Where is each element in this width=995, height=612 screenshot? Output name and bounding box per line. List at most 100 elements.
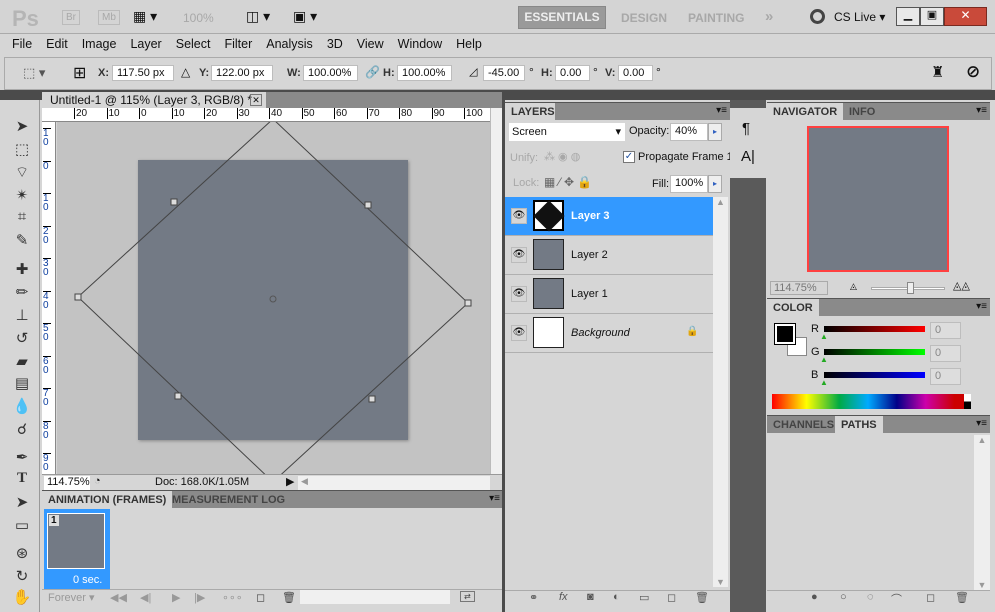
vertical-scrollbar[interactable] xyxy=(490,108,502,474)
close-document-icon[interactable]: ✕ xyxy=(250,94,262,106)
x-field[interactable]: 117.50 px xyxy=(112,65,174,81)
pen-tool-icon[interactable]: ✒ xyxy=(10,448,34,470)
delete-frame-icon[interactable]: 🗑 xyxy=(282,591,296,604)
3d-rotate-tool-icon[interactable]: ⊛ xyxy=(10,544,34,566)
r-slider[interactable] xyxy=(824,326,925,332)
healing-brush-tool-icon[interactable]: ✚ xyxy=(10,260,34,282)
menu-help[interactable]: Help xyxy=(456,37,482,51)
paragraph-icon[interactable]: ¶ xyxy=(742,120,750,137)
g-slider[interactable] xyxy=(824,349,925,355)
workspace-essentials[interactable]: ESSENTIALS xyxy=(518,6,606,29)
menu-layer[interactable]: Layer xyxy=(130,37,161,51)
magic-wand-tool-icon[interactable]: ✴ xyxy=(10,186,34,208)
g-slider-thumb[interactable]: ▲ xyxy=(820,355,828,364)
stroke-path-icon[interactable]: ○ xyxy=(840,591,847,603)
horizontal-scrollbar[interactable]: ◀ xyxy=(298,476,490,490)
navigator-preview[interactable] xyxy=(807,126,949,272)
reference-point-icon[interactable]: ⊞ xyxy=(73,63,86,83)
menu-edit[interactable]: Edit xyxy=(46,37,68,51)
tab-info[interactable]: INFO xyxy=(843,103,881,121)
new-layer-icon[interactable]: ◻ xyxy=(667,591,676,604)
tween-icon[interactable]: ∘∘∘ xyxy=(222,591,243,604)
document-tab[interactable]: Untitled-1 @ 115% (Layer 3, RGB/8) * ✕ xyxy=(42,92,266,108)
workspace-design[interactable]: DESIGN xyxy=(621,11,667,25)
crop-tool-icon[interactable]: ⌗ xyxy=(10,208,34,230)
v-skew-field[interactable]: 0.00 xyxy=(618,65,653,81)
adjustment-layer-icon[interactable]: ◐ xyxy=(613,591,620,603)
eraser-tool-icon[interactable]: ▰ xyxy=(10,352,34,374)
maximize-button[interactable]: ▣ xyxy=(920,7,944,26)
menu-window[interactable]: Window xyxy=(398,37,442,51)
next-frame-icon[interactable]: |▶ xyxy=(194,591,205,604)
minibridge-button[interactable]: Mb xyxy=(98,10,120,25)
delete-path-icon[interactable]: 🗑 xyxy=(955,591,969,604)
panel-menu-icon[interactable]: ▾≡ xyxy=(716,105,727,116)
navigator-zoom-slider[interactable] xyxy=(871,282,945,294)
link-layers-icon[interactable]: ⚭ xyxy=(529,591,538,604)
new-group-icon[interactable]: ▭ xyxy=(639,591,649,604)
spectrum-black-white[interactable] xyxy=(964,394,971,409)
panel-menu-icon[interactable]: ▾≡ xyxy=(489,493,500,504)
slider-thumb[interactable] xyxy=(907,282,914,294)
convert-timeline-icon[interactable]: ⇄ xyxy=(460,591,475,602)
fill-path-icon[interactable]: ● xyxy=(811,591,818,603)
move-tool-icon[interactable]: ➤ xyxy=(10,117,34,139)
menu-3d[interactable]: 3D xyxy=(327,37,343,51)
make-work-path-icon[interactable]: ⌒ xyxy=(891,591,902,607)
fill-slider-button[interactable]: ▸ xyxy=(708,175,722,193)
layers-scrollbar[interactable]: ▲ ▼ xyxy=(713,197,728,587)
layer-row-layer-2[interactable]: 👁 Layer 2 xyxy=(505,236,713,275)
tab-channels[interactable]: CHANNELS xyxy=(767,416,840,434)
gradient-tool-icon[interactable]: ▤ xyxy=(10,374,34,396)
layer-style-icon[interactable]: fx xyxy=(559,591,568,603)
add-mask-icon[interactable]: ◙ xyxy=(587,591,594,603)
eye-icon[interactable]: 👁 xyxy=(511,208,527,224)
warp-mode-icon[interactable]: ♜ xyxy=(931,63,944,81)
width-field[interactable]: 100.00% xyxy=(303,65,358,81)
zoom-field[interactable]: 114.75% xyxy=(44,476,90,490)
layer-row-layer-1[interactable]: 👁 Layer 1 xyxy=(505,275,713,314)
angle-field[interactable]: -45.00 xyxy=(483,65,525,81)
height-field[interactable]: 100.00% xyxy=(397,65,452,81)
load-selection-icon[interactable]: ◌ xyxy=(867,591,874,603)
link-icon[interactable]: 🔗 xyxy=(365,65,380,79)
relative-position-icon[interactable]: △ xyxy=(181,65,190,79)
navigator-zoom-field[interactable]: 114.75% xyxy=(770,281,828,295)
screen-mode-icon[interactable]: ▦ ▾ xyxy=(133,8,157,25)
opacity-slider-button[interactable]: ▸ xyxy=(708,123,722,141)
lock-icons[interactable]: ▦ ⁄ ✥ 🔒 xyxy=(544,175,592,189)
history-brush-tool-icon[interactable]: ↺ xyxy=(10,329,34,351)
h-skew-field[interactable]: 0.00 xyxy=(555,65,590,81)
menu-image[interactable]: Image xyxy=(82,37,117,51)
dodge-tool-icon[interactable]: ☌ xyxy=(10,420,34,442)
loop-select[interactable]: Forever ▾ xyxy=(48,591,94,604)
panel-menu-icon[interactable]: ▾≡ xyxy=(976,301,987,312)
workspace-painting[interactable]: PAINTING xyxy=(688,11,744,25)
layer-row-background[interactable]: 👁 Background 🔒 xyxy=(505,314,713,353)
tab-paths[interactable]: PATHS xyxy=(835,416,883,434)
play-icon[interactable]: ▶ xyxy=(172,591,180,604)
tab-animation-frames[interactable]: ANIMATION (FRAMES) xyxy=(42,491,173,509)
panel-menu-icon[interactable]: ▾≡ xyxy=(976,418,987,429)
3d-orbit-tool-icon[interactable]: ↻ xyxy=(10,567,34,589)
eye-icon[interactable]: 👁 xyxy=(511,247,527,263)
panel-menu-icon[interactable]: ▾≡ xyxy=(976,105,987,116)
g-field[interactable]: 0 xyxy=(930,345,961,362)
status-menu-arrow[interactable]: ▶ xyxy=(286,475,294,488)
fill-field[interactable]: 100% xyxy=(670,175,708,193)
color-spectrum-ramp[interactable] xyxy=(772,394,964,409)
bridge-button[interactable]: Br xyxy=(62,10,80,25)
character-icon[interactable]: A| xyxy=(741,148,755,165)
blend-mode-select[interactable]: Screen ▾ xyxy=(509,123,625,141)
free-transform-box[interactable] xyxy=(57,122,490,474)
delete-layer-icon[interactable]: 🗑 xyxy=(695,591,709,604)
animation-scrollbar[interactable] xyxy=(300,590,450,604)
r-slider-thumb[interactable]: ▲ xyxy=(820,332,828,341)
cs-live-button[interactable]: CS Live ▾ xyxy=(834,10,885,24)
clone-stamp-tool-icon[interactable]: ⊥ xyxy=(10,306,34,328)
r-field[interactable]: 0 xyxy=(930,322,961,339)
more-workspaces-icon[interactable]: » xyxy=(765,8,773,25)
tab-color[interactable]: COLOR xyxy=(767,299,819,317)
arrange-documents-icon[interactable]: ◫ ▾ xyxy=(246,8,270,25)
cancel-transform-icon[interactable]: ⊘ xyxy=(966,62,980,82)
